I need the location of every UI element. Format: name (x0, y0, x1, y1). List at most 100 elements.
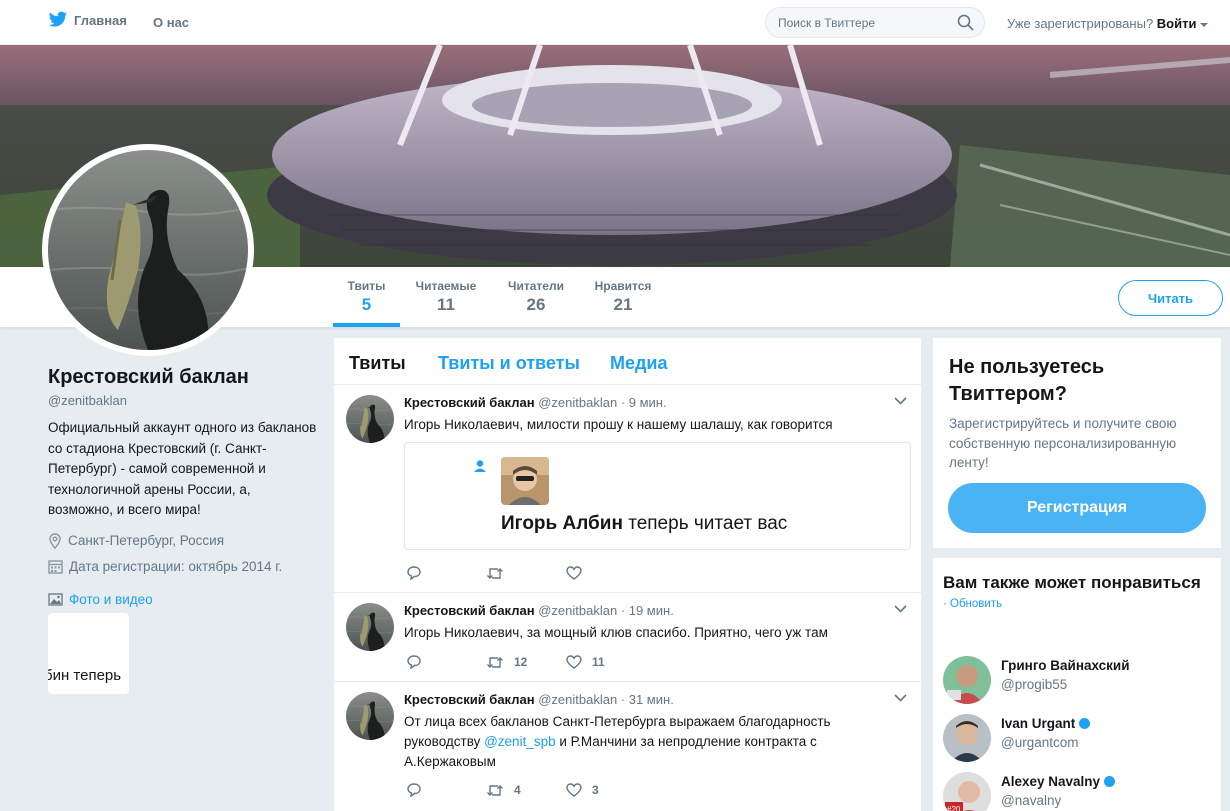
card-user-avatar[interactable] (501, 457, 549, 505)
retweet-icon (487, 567, 503, 579)
verified-badge-icon (1104, 776, 1116, 787)
top-navigation: Главная О нас Уже зарегистрированы? Войт… (0, 0, 1230, 45)
suggested-user-handle: @urgantcom (1001, 735, 1079, 750)
suggested-user-avatar[interactable] (943, 656, 991, 704)
tweet-author-handle[interactable]: @zenitbaklan (538, 692, 617, 707)
stat-followers-value: 26 (526, 295, 546, 314)
tweet-avatar[interactable] (346, 603, 394, 651)
follow-notification-card[interactable]: Игорь Албин теперь читает вас (404, 442, 911, 550)
like-action[interactable]: 11 (566, 655, 646, 669)
tweet-author-name[interactable]: Крестовский баклан (404, 395, 535, 410)
verified-badge-icon (1079, 718, 1091, 729)
reply-action[interactable] (406, 566, 486, 580)
stat-followers[interactable]: Читатели 26 (501, 279, 571, 315)
profile-join-text: Дата регистрации: октябрь 2014 г. (69, 558, 283, 574)
reply-action[interactable] (406, 655, 486, 669)
nav-about[interactable]: О нас (153, 15, 189, 30)
chevron-down-icon[interactable] (894, 397, 907, 405)
timeline-tabs: Твиты Твиты и ответы Медиа (334, 338, 921, 385)
retweet-icon (487, 656, 503, 668)
signup-module: Не пользуетесь Твиттером? Зарегистрируйт… (933, 338, 1221, 548)
tweet-actions: 12 11 (406, 655, 646, 669)
tweet-header: Крестовский баклан @zenitbaklan · 19 мин… (404, 603, 674, 618)
like-action[interactable]: 3 (566, 783, 646, 797)
retweet-action[interactable]: 12 (486, 655, 566, 669)
stat-following-value: 11 (437, 295, 455, 314)
tweet-time[interactable]: · 9 мин. (621, 395, 667, 410)
tweet-time[interactable]: · 19 мин. (621, 603, 674, 618)
search-icon[interactable] (957, 14, 974, 31)
stat-following[interactable]: Читаемые 11 (410, 279, 482, 315)
profile-handle[interactable]: @zenitbaklan (48, 393, 318, 408)
tweet[interactable]: Крестовский баклан @zenitbaklan · 19 мин… (334, 593, 921, 682)
active-stat-underline (333, 323, 400, 327)
tweet-author-handle[interactable]: @zenitbaklan (538, 395, 617, 410)
retweet-count: 12 (514, 655, 528, 669)
refresh-link[interactable]: · Обновить (943, 598, 1211, 610)
profile-avatar[interactable] (42, 144, 254, 356)
retweet-action[interactable]: 4 (486, 783, 566, 797)
nav-home-label: Главная (74, 12, 127, 28)
stat-following-label: Читаемые (415, 279, 477, 293)
card-user-name[interactable]: Игорь Албин (501, 513, 623, 534)
stat-likes[interactable]: Нравится 21 (587, 279, 659, 315)
like-count: 11 (592, 655, 605, 669)
stat-tweets-value: 5 (361, 295, 372, 314)
chevron-down-icon[interactable] (894, 694, 907, 702)
who-to-follow-module: Вам также может понравиться · Обновить Г… (933, 558, 1221, 811)
media-thumbnail[interactable]: бин теперь (48, 612, 129, 694)
retweet-action[interactable] (486, 567, 566, 580)
reply-icon (407, 655, 421, 669)
tweet-author-handle[interactable]: @zenitbaklan (538, 603, 617, 618)
suggested-user-name-text: Alexey Navalny (1001, 774, 1101, 789)
tab-tweets-replies[interactable]: Твиты и ответы (438, 353, 580, 374)
profile-info: Крестовский баклан @zenitbaklan Официаль… (48, 366, 318, 694)
reply-action[interactable] (406, 783, 486, 797)
card-follow-text: теперь читает вас (622, 513, 788, 534)
location-pin-icon (49, 532, 61, 549)
chevron-down-icon (1200, 23, 1209, 27)
tweet-header: Крестовский баклан @zenitbaklan · 9 мин. (404, 395, 667, 410)
photos-videos-link[interactable]: Фото и видео (48, 592, 318, 607)
follow-button[interactable]: Читать (1118, 280, 1223, 316)
user-icon (474, 460, 486, 472)
suggested-user-avatar[interactable] (943, 772, 991, 811)
suggested-user-avatar[interactable] (943, 714, 991, 762)
nav-home[interactable]: Главная (48, 11, 127, 29)
signup-button[interactable]: Регистрация (948, 483, 1206, 533)
twitter-bird-icon (48, 11, 68, 27)
suggested-user-name[interactable]: Ivan Urgant (1001, 716, 1091, 731)
signup-title: Не пользуетесь Твиттером? (949, 356, 1105, 405)
search-box (765, 7, 985, 38)
profile-name[interactable]: Крестовский баклан (48, 366, 318, 389)
tweet-avatar[interactable] (346, 395, 394, 443)
calendar-icon (48, 559, 63, 574)
tweet-header: Крестовский баклан @zenitbaklan · 31 мин… (404, 692, 674, 707)
photos-videos-label: Фото и видео (69, 591, 153, 607)
search-input[interactable] (766, 8, 946, 37)
stat-tweets[interactable]: Твиты 5 (333, 279, 400, 315)
suggested-user-handle: @progib55 (1001, 677, 1068, 692)
login-prompt: Уже зарегистрированы? (1007, 16, 1154, 31)
tweet-time[interactable]: · 31 мин. (621, 692, 674, 707)
like-action[interactable] (566, 566, 646, 580)
suggested-user-handle: @navalny (1001, 793, 1062, 808)
tweet-author-name[interactable]: Крестовский баклан (404, 692, 535, 707)
signup-text: Зарегистрируйтесь и получите свою собств… (949, 416, 1177, 470)
suggested-user-name[interactable]: Alexey Navalny (1001, 774, 1116, 789)
tweet-avatar[interactable] (346, 692, 394, 740)
reply-icon (407, 783, 421, 797)
tweet[interactable]: Крестовский баклан @zenitbaklan · 9 мин.… (334, 385, 921, 593)
heart-icon (566, 655, 582, 669)
chevron-down-icon[interactable] (894, 605, 907, 613)
tweet-author-name[interactable]: Крестовский баклан (404, 603, 535, 618)
tab-tweets[interactable]: Твиты (349, 353, 406, 374)
stat-followers-label: Читатели (508, 279, 564, 293)
mention-link[interactable]: @zenit_spb (484, 734, 556, 749)
tweet-text: От лица всех бакланов Санкт-Петербурга в… (404, 712, 874, 772)
suggested-user-name[interactable]: Гринго Вайнахский (1001, 658, 1130, 673)
tweet[interactable]: Крестовский баклан @zenitbaklan · 31 мин… (334, 682, 921, 811)
login-link[interactable]: Войти (1157, 16, 1197, 31)
tab-media[interactable]: Медиа (610, 353, 668, 374)
timeline: Твиты Твиты и ответы Медиа Крестовский б… (334, 338, 921, 811)
